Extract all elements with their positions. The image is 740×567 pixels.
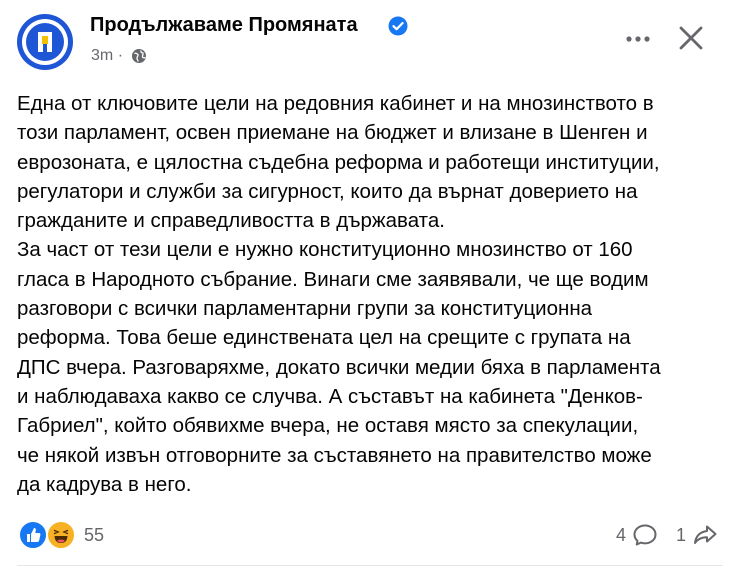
globe-icon <box>132 49 147 63</box>
post-text-line: и наблюдаваха какво се случва. А съставъ… <box>17 384 643 408</box>
post-meta: 3m · <box>91 47 147 65</box>
close-icon[interactable] <box>677 24 705 52</box>
post-header: Продължаваме Промяната 3m · <box>0 0 740 80</box>
avatar-logo <box>26 23 64 61</box>
like-reaction-icon[interactable] <box>18 520 48 550</box>
post-time[interactable]: 3m <box>91 47 113 64</box>
post-text-line: този парламент, освен приемане на бюджет… <box>17 121 648 145</box>
post-text-line: реформа. Това беше единствената цел на с… <box>17 326 631 350</box>
post-text-line: еврозоната, е цялостна съдебна реформа и… <box>17 150 660 174</box>
post-text-line: ДПС вчера. Разговаряхме, докато всички м… <box>17 355 661 379</box>
post-text-line: Една от ключовите цели на редовния кабин… <box>17 92 654 115</box>
post-text-line: да кадрува в него. <box>17 472 192 496</box>
post-text-line: Габриел", който обявихме вчера, не остав… <box>17 414 639 438</box>
more-options-icon[interactable] <box>624 27 652 51</box>
post-text-line: разговори с всички парламентарни групи з… <box>17 297 593 321</box>
reactions-count[interactable]: 55 <box>84 525 104 546</box>
footer-divider <box>17 565 723 566</box>
post-body: Една от ключовите цели на редовния кабин… <box>17 89 727 499</box>
page-avatar[interactable] <box>17 14 73 70</box>
comments-count[interactable]: 4 <box>616 525 626 546</box>
meta-separator: · <box>117 47 124 64</box>
post-text-line: гражданите и справедливостта в държавата… <box>17 209 445 233</box>
comment-icon[interactable] <box>632 523 658 547</box>
avatar-ring <box>22 19 68 65</box>
post-text-line: За част от тези цели е нужно конституцио… <box>17 238 633 262</box>
verified-badge-icon <box>388 16 408 36</box>
shares-count[interactable]: 1 <box>676 525 686 546</box>
post-text-line: регулатори и служби за сигурност, които … <box>17 179 638 203</box>
page-name[interactable]: Продължаваме Промяната <box>90 14 358 37</box>
post-text-line: гласа в Народното събрание. Винаги сме з… <box>17 267 649 291</box>
haha-reaction-icon[interactable] <box>46 520 76 550</box>
share-icon[interactable] <box>692 523 718 547</box>
post-footer: 55 4 1 <box>0 512 740 560</box>
post-text-line: че някой извън отговорните за съставянет… <box>17 443 652 467</box>
